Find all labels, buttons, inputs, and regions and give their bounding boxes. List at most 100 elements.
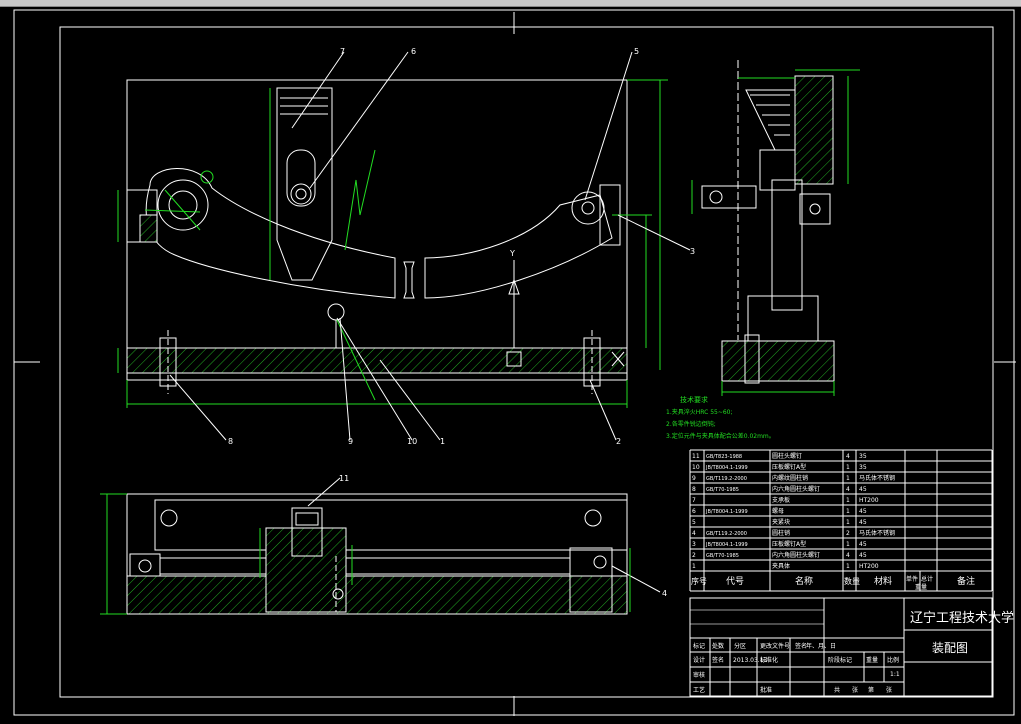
bom-header-code: 代号 bbox=[726, 576, 744, 587]
bom-row-material: 35 bbox=[859, 453, 867, 460]
tb-sheet-3: 第 bbox=[868, 686, 874, 694]
balloon-4: 4 bbox=[662, 589, 667, 598]
bom-row-number: 9 bbox=[692, 475, 696, 482]
bom-row-name: 圆柱销 bbox=[772, 529, 790, 537]
tb-process: 工艺 bbox=[693, 686, 705, 694]
balloon-8: 8 bbox=[228, 437, 233, 446]
balloon-2: 2 bbox=[616, 437, 621, 446]
bom-row-qty: 4 bbox=[846, 552, 850, 559]
balloon-11: 11 bbox=[339, 474, 349, 483]
top-view bbox=[126, 493, 628, 615]
bom-row-number: 7 bbox=[692, 497, 696, 504]
bom-table: 11 GB/T823-1988 圆柱头螺钉 4 3510 JB/T8004.1-1999 压… bbox=[689, 449, 993, 592]
bom-row-name: 压板螺钉A型 bbox=[772, 540, 806, 548]
bom-row-qty: 1 bbox=[846, 508, 850, 515]
tb-sheet-2: 张 bbox=[852, 686, 858, 694]
bom-row-material: 45 bbox=[859, 541, 867, 548]
bom-header-remarks: 备注 bbox=[957, 575, 975, 587]
balloon-7: 7 bbox=[340, 47, 345, 56]
tb-weight: 重量 bbox=[866, 656, 878, 664]
bom-row-qty: 1 bbox=[846, 475, 850, 482]
bom-row-name: 圆柱头螺钉 bbox=[772, 452, 802, 460]
bom-row-number: 4 bbox=[692, 530, 696, 537]
bom-row-code: GB/T119.2-2000 bbox=[706, 476, 747, 482]
tb-sheet-1: 共 bbox=[834, 686, 840, 694]
technical-notes: 技术要求 1.夹具淬火HRC 55~60; 2.各零件锐边倒钝; 3.定位元件与… bbox=[666, 395, 775, 440]
bom-row-material: 35 bbox=[859, 464, 867, 471]
bom-row-code: GB/T119.2-2000 bbox=[706, 531, 747, 537]
bom-row-number: 11 bbox=[692, 453, 700, 460]
balloon-5: 5 bbox=[634, 47, 639, 56]
tb-approve: 批准 bbox=[760, 686, 772, 694]
bom-row-material: 马氏体不锈钢 bbox=[859, 529, 895, 537]
cad-drawing-canvas[interactable]: 7 6 5 3 8 9 10 1 2 11 4 Y 技术要求 1.夹具淬火HRC… bbox=[0, 6, 1021, 720]
leader-lines bbox=[169, 51, 691, 593]
balloon-9: 9 bbox=[348, 437, 353, 446]
bom-row-qty: 1 bbox=[846, 541, 850, 548]
bom-header-unit: 单件 bbox=[906, 575, 918, 583]
bom-row-qty: 4 bbox=[846, 486, 850, 493]
side-view bbox=[701, 60, 835, 384]
bom-row-number: 2 bbox=[692, 552, 696, 559]
tb-zone: 分区 bbox=[734, 642, 746, 650]
bom-row-code: GB/T823-1988 bbox=[706, 454, 742, 460]
balloon-1: 1 bbox=[440, 437, 445, 446]
bom-header-weight: 重量 bbox=[915, 583, 927, 591]
bom-row-name: 夹具体 bbox=[772, 562, 790, 570]
bom-row-number: 10 bbox=[692, 464, 700, 471]
notes-item-2: 2.各零件锐边倒钝; bbox=[666, 420, 716, 428]
bom-row-qty: 1 bbox=[846, 497, 850, 504]
view-marker-y: Y bbox=[509, 249, 515, 258]
bom-row-material: HT200 bbox=[859, 563, 879, 570]
bom-row-number: 3 bbox=[692, 541, 696, 548]
bom-row-name: 夹紧块 bbox=[772, 518, 790, 526]
bom-row-name: 内六角圆柱头螺钉 bbox=[772, 551, 820, 559]
bom-header-qty: 数量 bbox=[844, 576, 860, 586]
bom-row-number: 6 bbox=[692, 508, 696, 515]
bom-row-number: 1 bbox=[692, 563, 696, 570]
balloon-10: 10 bbox=[407, 437, 417, 446]
notes-item-3: 3.定位元件与夹具体配合公差0.02mm。 bbox=[666, 432, 775, 440]
tb-sheet-4: 张 bbox=[886, 686, 892, 694]
bom-header-total: 总计 bbox=[921, 575, 933, 583]
tb-design: 设计 bbox=[693, 656, 705, 664]
bom-row-qty: 1 bbox=[846, 519, 850, 526]
balloon-6: 6 bbox=[411, 47, 416, 56]
notes-item-1: 1.夹具淬火HRC 55~60; bbox=[666, 408, 733, 416]
bom-header-index: 序号 bbox=[691, 576, 707, 586]
front-view bbox=[126, 79, 628, 394]
title-block: 辽宁工程技术大学 装配图 标记 处数 分区 更改文件号 签名 年、月、日 设计 … bbox=[689, 597, 1014, 697]
bom-row-code: GB/T70-1985 bbox=[706, 487, 739, 493]
tb-standard: 标准化 bbox=[760, 656, 778, 664]
tb-change-doc: 更改文件号 bbox=[760, 642, 790, 650]
bom-row-material: 45 bbox=[859, 552, 867, 559]
bom-row-code: JB/T8004.1-1999 bbox=[705, 465, 748, 471]
drawing-name: 装配图 bbox=[932, 641, 968, 655]
bom-row-code: JB/T8004.1-1999 bbox=[705, 509, 748, 515]
bom-row-material: 45 bbox=[859, 519, 867, 526]
bom-row-qty: 1 bbox=[846, 464, 850, 471]
tb-count: 处数 bbox=[712, 642, 724, 650]
bom-row-material: 马氏体不锈钢 bbox=[859, 474, 895, 482]
notes-heading: 技术要求 bbox=[680, 395, 708, 404]
bom-header-material: 材料 bbox=[874, 575, 892, 587]
bom-row-material: HT200 bbox=[859, 497, 879, 504]
tb-mark: 标记 bbox=[693, 642, 705, 650]
tb-date: 年、月、日 bbox=[806, 642, 836, 650]
bom-row-name: 螺母 bbox=[772, 507, 784, 515]
bom-row-code: GB/T70-1985 bbox=[706, 553, 739, 559]
bom-row-number: 8 bbox=[692, 486, 696, 493]
bom-row-name: 内六角圆柱头螺钉 bbox=[772, 485, 820, 493]
bom-row-qty: 2 bbox=[846, 530, 850, 537]
tb-design-sign: 签名 bbox=[712, 656, 724, 664]
bom-row-code: JB/T8004.1-1999 bbox=[705, 542, 748, 548]
balloon-3: 3 bbox=[690, 247, 695, 256]
tb-stage: 阶段标记 bbox=[828, 656, 852, 664]
bom-row-qty: 1 bbox=[846, 563, 850, 570]
tb-ratio: 比例 bbox=[887, 656, 899, 664]
bom-header-name: 名称 bbox=[795, 575, 813, 587]
bom-row-material: 45 bbox=[859, 486, 867, 493]
bom-row-name: 支承板 bbox=[772, 496, 790, 504]
tb-review: 审核 bbox=[693, 671, 705, 679]
tb-scale-value: 1:1 bbox=[890, 671, 900, 678]
